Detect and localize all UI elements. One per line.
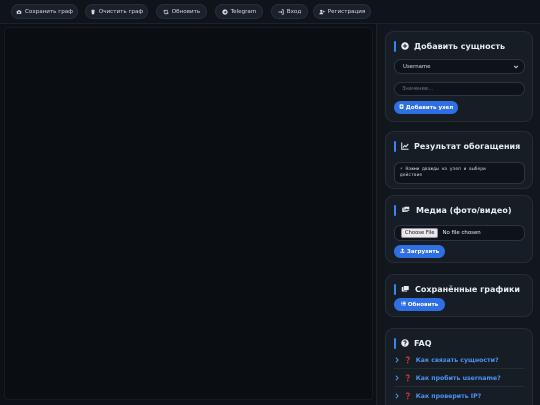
add-node-icon bbox=[399, 104, 404, 111]
faq-question: Как связать сущности? bbox=[415, 356, 499, 364]
enrichment-hint-line2: действие bbox=[400, 173, 423, 178]
media-card: Медиа (фото/видео) Choose File No file c… bbox=[385, 195, 533, 263]
top-toolbar: Сохранить граф Очистить граф Обновить Te… bbox=[0, 0, 540, 24]
refresh-button[interactable]: Обновить bbox=[156, 4, 207, 19]
trash-icon bbox=[90, 9, 96, 15]
refresh-label: Обновить bbox=[171, 8, 201, 15]
login-icon bbox=[278, 8, 284, 15]
faq-item[interactable]: ❓ Как пробить username? bbox=[394, 372, 525, 384]
clear-graph-button[interactable]: Очистить граф bbox=[85, 4, 148, 19]
faq-divider bbox=[394, 368, 525, 369]
graph-canvas[interactable] bbox=[4, 27, 373, 400]
faq-card: FAQ ❓ Как связать сущности? ❓ Как пробит… bbox=[385, 328, 533, 405]
faq-question: Как пробить username? bbox=[415, 374, 501, 382]
faq-item[interactable]: ❓ Как проверить IP? bbox=[394, 390, 525, 402]
entity-value-placeholder: Значение... bbox=[402, 86, 434, 92]
save-graph-button[interactable]: Сохранить граф bbox=[11, 4, 78, 19]
list-icon bbox=[401, 301, 406, 308]
saved-graphs-title: Сохранённые графики bbox=[394, 284, 520, 295]
question-mark-icon: ❓ bbox=[404, 393, 412, 400]
plus-circle-icon bbox=[401, 41, 409, 52]
clear-graph-label: Очистить граф bbox=[98, 8, 144, 15]
sidebar: Добавить сущность Username Значение... Д… bbox=[376, 24, 540, 405]
enrichment-output: ⚡ Нажми дважды на узел и выбери действие bbox=[394, 162, 525, 184]
telegram-icon bbox=[222, 8, 228, 15]
question-circle-icon bbox=[401, 338, 409, 349]
chart-line-icon bbox=[401, 142, 409, 152]
chevron-right-icon bbox=[394, 393, 400, 399]
refresh-icon bbox=[163, 9, 169, 15]
chevron-down-icon bbox=[513, 64, 519, 70]
upload-icon bbox=[400, 248, 405, 255]
camera-icon bbox=[16, 9, 22, 15]
saved-refresh-button[interactable]: Обновить bbox=[394, 298, 445, 311]
login-button[interactable]: Вход bbox=[271, 4, 308, 19]
enrichment-title: Результат обогащения bbox=[394, 141, 520, 152]
enrichment-card: Результат обогащения ⚡ Нажми дважды на у… bbox=[385, 131, 533, 189]
faq-divider bbox=[394, 386, 525, 387]
entity-value-input[interactable]: Значение... bbox=[394, 82, 525, 96]
choose-file-button[interactable]: Choose File bbox=[401, 228, 439, 238]
entity-type-value: Username bbox=[403, 63, 431, 70]
chevron-right-icon bbox=[394, 375, 400, 381]
faq-title: FAQ bbox=[394, 338, 432, 349]
add-entity-card: Добавить сущность Username Значение... Д… bbox=[385, 31, 533, 122]
question-mark-icon: ❓ bbox=[404, 357, 412, 364]
saved-graphs-card: Сохранённые графики Обновить bbox=[385, 274, 533, 317]
chevron-right-icon bbox=[394, 357, 400, 363]
media-title: Медиа (фото/видео) bbox=[394, 205, 512, 216]
register-label: Регистрация bbox=[327, 8, 366, 15]
add-entity-title: Добавить сущность bbox=[394, 41, 505, 52]
upload-button[interactable]: Загрузить bbox=[394, 245, 445, 258]
question-mark-icon: ❓ bbox=[404, 375, 412, 382]
login-label: Вход bbox=[286, 8, 302, 15]
faq-question: Как проверить IP? bbox=[415, 392, 482, 400]
no-file-label: No file chosen bbox=[442, 230, 481, 236]
media-file-input[interactable]: Choose File No file chosen bbox=[394, 225, 525, 241]
telegram-label: Telegram bbox=[230, 8, 257, 15]
save-graph-label: Сохранить граф bbox=[25, 8, 73, 15]
images-icon bbox=[401, 285, 410, 295]
entity-type-select[interactable]: Username bbox=[394, 59, 525, 74]
faq-item[interactable]: ❓ Как связать сущности? bbox=[394, 354, 525, 366]
register-button[interactable]: Регистрация bbox=[313, 4, 371, 19]
user-plus-icon bbox=[319, 9, 325, 15]
photo-film-icon bbox=[401, 205, 411, 216]
telegram-button[interactable]: Telegram bbox=[215, 4, 263, 19]
add-node-button[interactable]: Добавить узел bbox=[394, 101, 458, 114]
